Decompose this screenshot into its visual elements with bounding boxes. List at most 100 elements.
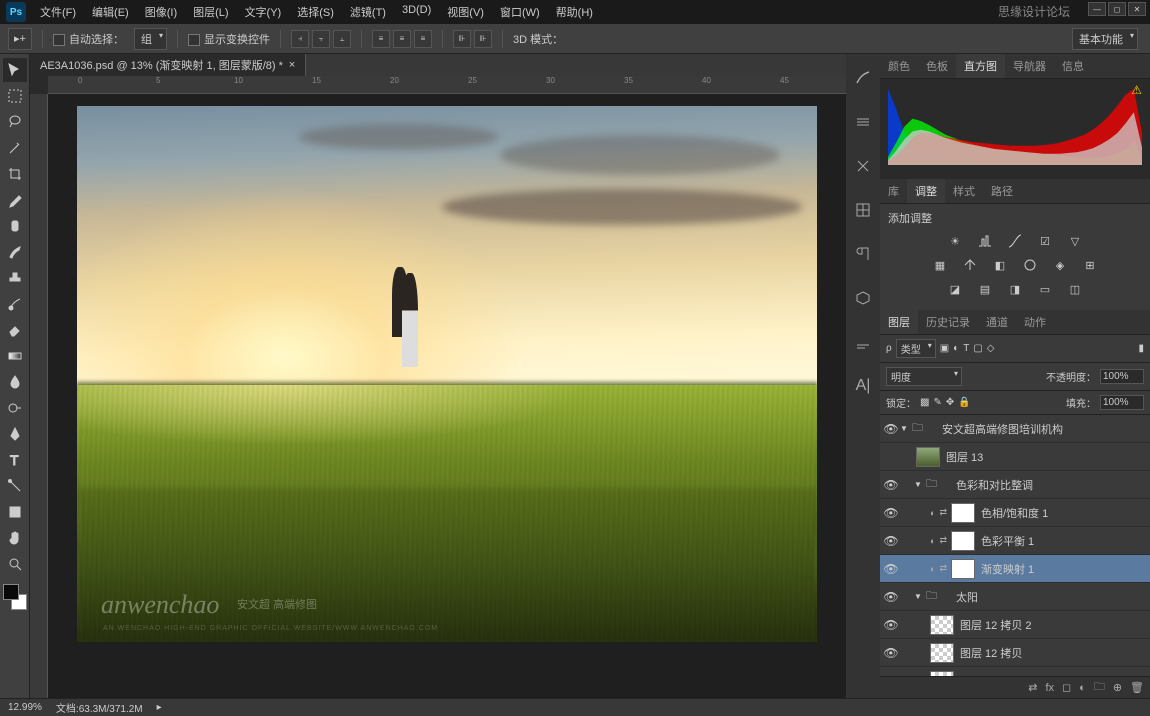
menu-item[interactable]: 文字(Y) [239,2,288,22]
menu-item[interactable]: 编辑(E) [86,2,135,22]
layer-name[interactable]: 图层 13 [946,449,983,465]
panel-tab[interactable]: 直方图 [956,54,1005,78]
expand-arrow-icon[interactable]: ▼ [914,592,924,601]
panel-tab[interactable]: 信息 [1054,54,1092,78]
layer-row[interactable]: 👁◐⇄色相/饱和度 1 [880,499,1150,527]
panel-tab[interactable]: 图层 [880,310,918,334]
selective-icon[interactable]: ◫ [1065,280,1085,298]
history-brush-tool[interactable] [3,292,27,316]
gradient-map-icon[interactable]: ▭ [1035,280,1055,298]
align-icon[interactable]: ⫞ [291,30,309,48]
filter-toggle[interactable]: ▮ [1138,343,1144,354]
layer-name[interactable]: 安文超高端修图培训机构 [942,421,1063,437]
new-layer-icon[interactable]: ⊕ [1113,681,1122,694]
brightness-icon[interactable]: ☀ [945,232,965,250]
type-tool[interactable]: T [3,448,27,472]
expand-arrow-icon[interactable]: ▼ [914,480,924,489]
panel-tab[interactable]: 样式 [945,179,983,203]
ruler-vertical[interactable] [30,94,48,698]
menu-item[interactable]: 选择(S) [291,2,340,22]
layer-row[interactable]: 👁图层 12 拷贝 2 [880,611,1150,639]
exposure-icon[interactable]: ☑ [1035,232,1055,250]
layer-row[interactable]: 👁图层 12 [880,667,1150,676]
align-icon[interactable]: ⫠ [333,30,351,48]
filter-kind-icon[interactable]: T [963,343,969,354]
histogram-warning-icon[interactable]: ⚠ [1131,83,1142,97]
distribute-icon[interactable]: ⊪ [474,30,492,48]
mask-icon[interactable]: ◻ [1062,681,1071,694]
layer-row[interactable]: 👁 图层 12 拷贝 [880,639,1150,667]
layer-name[interactable]: 渐变映射 1 [981,561,1034,577]
move-tool-icon[interactable]: ▸+ [8,28,32,50]
menu-item[interactable]: 文件(F) [34,2,82,22]
panel-tab[interactable]: 历史记录 [918,310,978,334]
shape-tool[interactable] [3,500,27,524]
3d-icon[interactable] [851,288,875,308]
blend-mode-dropdown[interactable]: 明度 [886,367,962,386]
lut-icon[interactable]: ⊞ [1080,256,1100,274]
lock-all-icon[interactable]: 🔒 [958,397,970,408]
gradient-tool[interactable] [3,344,27,368]
ruler-horizontal[interactable]: 051015202530354045 [48,76,846,94]
mask-thumb[interactable] [951,503,975,523]
canvas-viewport[interactable]: anwenchao 安文超 高端修图 AN WENCHAO HIGH-END G… [48,94,846,698]
filter-kind-icon[interactable]: ▣ [940,343,949,354]
filter-kind-icon[interactable]: ▢ [973,343,982,354]
mask-thumb[interactable] [951,531,975,551]
menu-item[interactable]: 滤镜(T) [344,2,392,22]
curves-icon[interactable] [1005,232,1025,250]
panel-tab[interactable]: 调整 [907,179,945,203]
delete-layer-icon[interactable]: 🗑 [1130,681,1144,694]
visibility-toggle[interactable]: 👁 [882,534,900,548]
path-tool[interactable] [3,474,27,498]
new-adjustment-icon[interactable]: ◐ [1079,682,1086,694]
layer-row[interactable]: 👁◐⇄色彩平衡 1 [880,527,1150,555]
eyedropper-tool[interactable] [3,188,27,212]
vibrance-icon[interactable]: ▽ [1065,232,1085,250]
menu-item[interactable]: 视图(V) [441,2,490,22]
distribute-icon[interactable]: ≡ [372,30,390,48]
expand-arrow-icon[interactable]: ▼ [900,424,910,433]
visibility-toggle[interactable]: 👁 [882,590,900,604]
levels-icon[interactable] [975,232,995,250]
layer-name[interactable]: 太阳 [956,589,978,605]
panel-tab[interactable]: 颜色 [880,54,918,78]
layer-row[interactable]: 👁▼🗀安文超高端修图培训机构 [880,415,1150,443]
fill-input[interactable] [1100,395,1144,410]
mask-thumb[interactable] [951,559,975,579]
stamp-tool[interactable] [3,266,27,290]
edit-icon[interactable] [851,332,875,352]
layer-thumb[interactable] [916,447,940,467]
brush-settings-icon[interactable] [851,112,875,132]
workspace-dropdown[interactable]: 基本功能 [1072,28,1138,50]
balance-icon[interactable] [960,256,980,274]
align-icon[interactable]: ⫟ [312,30,330,48]
distribute-icon[interactable]: ≡ [393,30,411,48]
wand-tool[interactable] [3,136,27,160]
zoom-value[interactable]: 12.99% [8,702,42,713]
fx-icon[interactable]: fx [1045,682,1054,694]
color-swatches[interactable] [3,584,27,610]
layer-row[interactable]: 图层 13 [880,443,1150,471]
channel-mixer-icon[interactable]: ◈ [1050,256,1070,274]
move-tool[interactable] [3,58,27,82]
lasso-tool[interactable] [3,110,27,134]
dodge-tool[interactable] [3,396,27,420]
brush-tool[interactable] [3,240,27,264]
invert-icon[interactable]: ◪ [945,280,965,298]
hand-tool[interactable] [3,526,27,550]
visibility-toggle[interactable]: 👁 [882,478,900,492]
panel-tab[interactable]: 色板 [918,54,956,78]
visibility-toggle[interactable]: 👁 [882,618,900,632]
distribute-icon[interactable]: ≡ [414,30,432,48]
brush-panel-icon[interactable] [851,68,875,88]
grid-icon[interactable] [851,200,875,220]
layer-row[interactable]: 👁▼🗀太阳 [880,583,1150,611]
filter-kind-icon[interactable]: ◐ [953,343,959,354]
opacity-input[interactable] [1100,369,1144,384]
layer-list[interactable]: 👁▼🗀安文超高端修图培训机构图层 13👁▼🗀色彩和对比整调👁◐⇄色相/饱和度 1… [880,415,1150,676]
layer-name[interactable]: 图层 12 拷贝 [960,645,1022,661]
visibility-toggle[interactable]: 👁 [882,646,900,660]
layer-filter-dropdown[interactable]: 类型 [896,339,936,358]
posterize-icon[interactable]: ▤ [975,280,995,298]
